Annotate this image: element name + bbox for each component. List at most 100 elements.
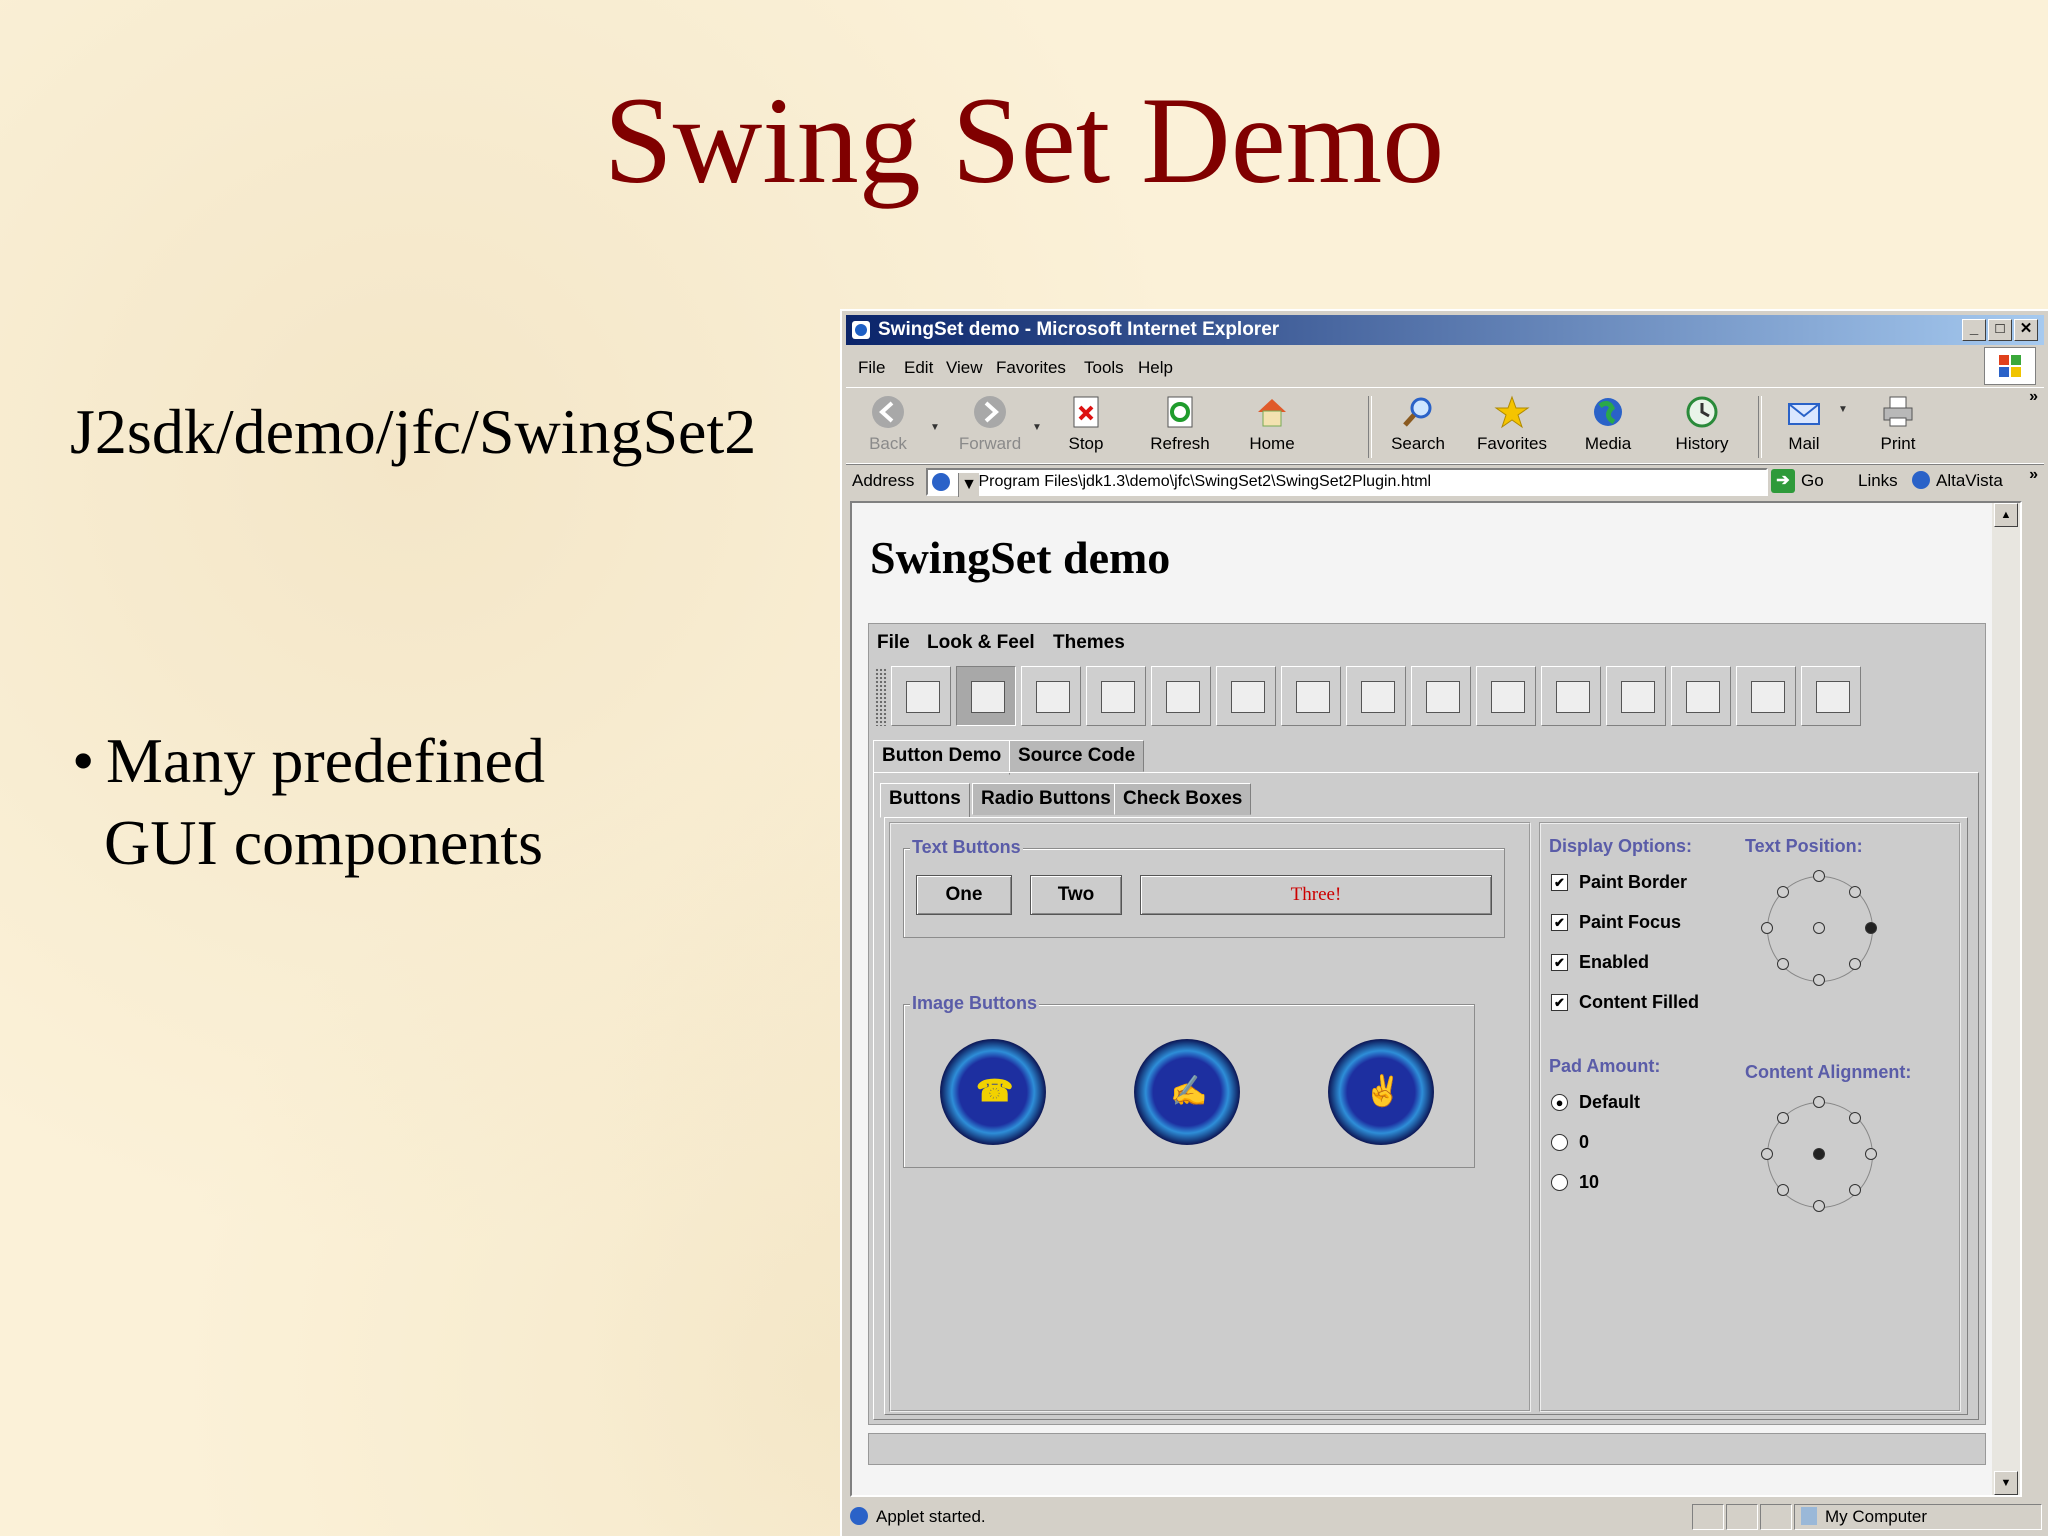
demo-tool-button[interactable] <box>1346 666 1406 726</box>
dial-position-option[interactable] <box>1849 958 1862 971</box>
applet-menu-look-and-feel[interactable]: Look & Feel <box>927 632 1035 654</box>
bullet-dot-icon: • <box>72 725 95 796</box>
menu-help[interactable]: Help <box>1138 358 1173 378</box>
applet-menu-file[interactable]: File <box>877 632 910 654</box>
dial-position-option[interactable] <box>1865 1148 1877 1160</box>
dial-position-option[interactable] <box>1761 922 1773 934</box>
dial-position-option[interactable] <box>1776 1184 1789 1197</box>
address-bar: Address C:\Program Files\jdk1.3\demo\jfc… <box>846 463 2044 500</box>
back-button[interactable]: Back <box>848 394 928 454</box>
mail-icon <box>1788 403 1820 425</box>
menu-file[interactable]: File <box>858 358 885 378</box>
back-dropdown-icon[interactable]: ▼ <box>930 422 940 433</box>
favorites-button[interactable]: Favorites <box>1472 394 1552 454</box>
menu-tools[interactable]: Tools <box>1084 358 1124 378</box>
zone-text: My Computer <box>1825 1507 1928 1526</box>
menu-edit[interactable]: Edit <box>904 358 933 378</box>
search-button[interactable]: Search <box>1378 394 1458 454</box>
dial-position-option[interactable] <box>1849 1184 1862 1197</box>
scroll-up-arrow-icon[interactable]: ▲ <box>1994 503 2018 527</box>
enabled-label: Enabled <box>1579 952 1650 972</box>
dial-position-option[interactable] <box>1813 1148 1825 1160</box>
split-pane-icon <box>1556 681 1590 713</box>
close-button[interactable]: ✕ <box>2014 319 2038 341</box>
vertical-scrollbar[interactable]: ▲ ▼ <box>1992 503 2020 1495</box>
dial-position-option[interactable] <box>1776 958 1789 971</box>
applet-menu-themes[interactable]: Themes <box>1053 632 1125 654</box>
demo-tool-button[interactable] <box>1151 666 1211 726</box>
demo-tool-button[interactable] <box>1801 666 1861 726</box>
demo-tool-button[interactable] <box>1606 666 1666 726</box>
media-label: Media <box>1584 434 1632 453</box>
dial-position-option[interactable] <box>1813 870 1825 882</box>
windows-logo-icon <box>1984 347 2036 385</box>
dial-position-option[interactable] <box>1776 885 1789 898</box>
status-pane <box>1726 1504 1758 1530</box>
address-input[interactable]: C:\Program Files\jdk1.3\demo\jfc\SwingSe… <box>926 468 1768 497</box>
dial-position-option[interactable] <box>1865 922 1877 934</box>
paint-focus-label: Paint Focus <box>1579 912 1682 932</box>
media-button[interactable]: Media <box>1568 394 1648 454</box>
links-overflow-icon[interactable]: » <box>2029 466 2038 484</box>
demo-tool-button[interactable] <box>1476 666 1536 726</box>
tab-source-code[interactable]: Source Code <box>1009 740 1145 772</box>
altavista-link[interactable]: AltaVista <box>1936 471 2003 491</box>
print-button[interactable]: Print <box>1858 394 1938 454</box>
demo-tool-button[interactable] <box>1086 666 1146 726</box>
demo-tool-button[interactable] <box>1411 666 1471 726</box>
demo-tool-button[interactable] <box>1021 666 1081 726</box>
button-icon <box>971 681 1005 713</box>
menu-favorites[interactable]: Favorites <box>996 358 1066 378</box>
demo-tool-button[interactable] <box>1281 666 1341 726</box>
demo-tool-button[interactable] <box>1671 666 1731 726</box>
links-label[interactable]: Links <box>1858 471 1898 491</box>
dial-position-option[interactable] <box>1813 1200 1825 1212</box>
peace-hand-image-button[interactable]: ✌ <box>1328 1039 1434 1145</box>
dial-position-option[interactable] <box>1849 885 1862 898</box>
demo-tool-button[interactable] <box>1736 666 1796 726</box>
tab-buttons[interactable]: Buttons <box>880 783 970 818</box>
toolbar-grip[interactable] <box>875 668 887 726</box>
demo-tool-button[interactable] <box>1216 666 1276 726</box>
forward-dropdown-icon[interactable]: ▼ <box>1032 422 1042 433</box>
demo-tool-button[interactable] <box>956 666 1016 726</box>
table-icon <box>1686 681 1720 713</box>
demo-tool-button[interactable] <box>891 666 951 726</box>
globe-icon <box>1594 398 1622 426</box>
refresh-button[interactable]: Refresh <box>1140 394 1220 454</box>
back-label: Back <box>869 434 907 453</box>
toolbar-overflow-icon[interactable]: » <box>2029 388 2038 406</box>
dial-position-option[interactable] <box>1813 974 1825 986</box>
go-arrow-icon[interactable]: ➔ <box>1771 469 1795 493</box>
tree-icon <box>1816 681 1850 713</box>
pen-image-button[interactable]: ✍ <box>1134 1039 1240 1145</box>
history-button[interactable]: History <box>1662 394 1742 454</box>
mail-button[interactable]: Mail <box>1764 394 1844 454</box>
dial-position-option[interactable] <box>1776 1111 1789 1124</box>
tab-button-demo[interactable]: Button Demo <box>873 740 1011 775</box>
dial-position-option[interactable] <box>1813 922 1825 934</box>
scroll-down-arrow-icon[interactable]: ▼ <box>1994 1471 2018 1495</box>
tab-radio-buttons[interactable]: Radio Buttons <box>972 783 1120 815</box>
maximize-button[interactable]: □ <box>1988 319 2012 341</box>
minimize-button[interactable]: _ <box>1962 319 1986 341</box>
mail-dropdown-icon[interactable]: ▼ <box>1838 404 1848 415</box>
demo-tool-button[interactable] <box>1541 666 1601 726</box>
stop-button[interactable]: Stop <box>1046 394 1126 454</box>
text-position-selector[interactable] <box>1759 868 1879 988</box>
dial-position-option[interactable] <box>1813 1096 1825 1108</box>
window-title-bar[interactable]: SwingSet demo - Microsoft Internet Explo… <box>846 315 2044 345</box>
dial-position-option[interactable] <box>1761 1148 1773 1160</box>
home-button[interactable]: Home <box>1232 394 1312 454</box>
dial-position-option[interactable] <box>1849 1111 1862 1124</box>
one-button[interactable]: One <box>916 875 1012 915</box>
two-button[interactable]: Two <box>1030 875 1122 915</box>
address-dropdown-icon[interactable]: ▼ <box>958 473 979 497</box>
content-alignment-selector[interactable] <box>1759 1094 1879 1214</box>
telephone-image-button[interactable]: ☎ <box>940 1039 1046 1145</box>
menu-view[interactable]: View <box>946 358 983 378</box>
three-button[interactable]: Three! <box>1140 875 1492 915</box>
tab-check-boxes[interactable]: Check Boxes <box>1114 783 1252 815</box>
forward-button[interactable]: Forward <box>950 394 1030 454</box>
go-button[interactable]: Go <box>1801 471 1824 491</box>
